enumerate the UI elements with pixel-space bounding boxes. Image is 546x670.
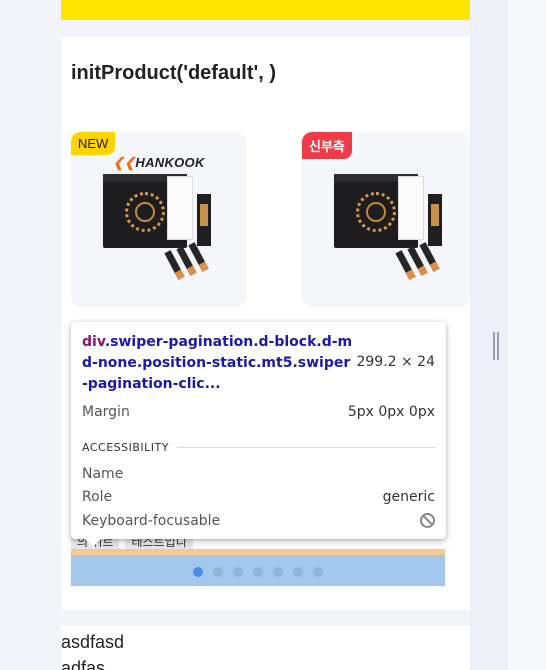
yellow-banner [61, 0, 470, 20]
divider [176, 447, 435, 448]
element-classes: .swiper-pagination.d-block.d-md-none.pos… [82, 334, 353, 392]
text-line: adfas [61, 658, 106, 670]
margin-value: 5px 0px 0px [347, 404, 435, 420]
tooltip-arrow [85, 539, 101, 547]
element-selector: div.swiper-pagination.d-block.d-md-none.… [82, 332, 354, 395]
element-tag: div [82, 334, 105, 350]
role-value: generic [382, 489, 435, 505]
page-title: initProduct('default', ) [71, 62, 277, 84]
pagination-dot[interactable] [253, 567, 263, 577]
focusable-label: Keyboard-focusable [82, 513, 221, 529]
text-line: asdfasd [61, 632, 125, 652]
accessibility-header: ACCESSIBILITY [82, 441, 435, 454]
role-label: Role [82, 489, 113, 505]
section-separator [61, 20, 470, 37]
name-row: Name [82, 466, 435, 482]
pagination-dots [193, 567, 323, 577]
product-card[interactable]: ❮❮HANKOOK NEW [71, 132, 246, 307]
badge-new: NEW [71, 132, 116, 155]
pagination-dot[interactable] [313, 567, 323, 577]
devtools-gutter [470, 0, 508, 670]
pagination-dot[interactable] [193, 567, 203, 577]
pagination-dot[interactable] [293, 567, 303, 577]
inspect-tooltip: div.swiper-pagination.d-block.d-md-none.… [71, 322, 446, 547]
panel-resize-handle[interactable] [493, 332, 499, 360]
badge-label: 신부측 [302, 132, 352, 159]
accessibility-title: ACCESSIBILITY [82, 441, 169, 454]
name-label: Name [82, 466, 124, 482]
pagination-dot[interactable] [213, 567, 223, 577]
role-row: Role generic [82, 489, 435, 505]
brand-logo: ❮❮HANKOOK [113, 155, 205, 170]
product-card[interactable]: 신부측 [302, 132, 470, 307]
element-dimensions: 299.2 × 24 [356, 354, 435, 370]
pagination-dot[interactable] [273, 567, 283, 577]
section-separator [61, 610, 470, 626]
margin-label: Margin [82, 404, 130, 420]
devtools-side-panel [508, 0, 546, 670]
not-focusable-icon [420, 513, 435, 528]
focusable-row: Keyboard-focusable [82, 513, 435, 529]
margin-row: Margin 5px 0px 0px [82, 404, 435, 420]
pagination-dot[interactable] [233, 567, 243, 577]
